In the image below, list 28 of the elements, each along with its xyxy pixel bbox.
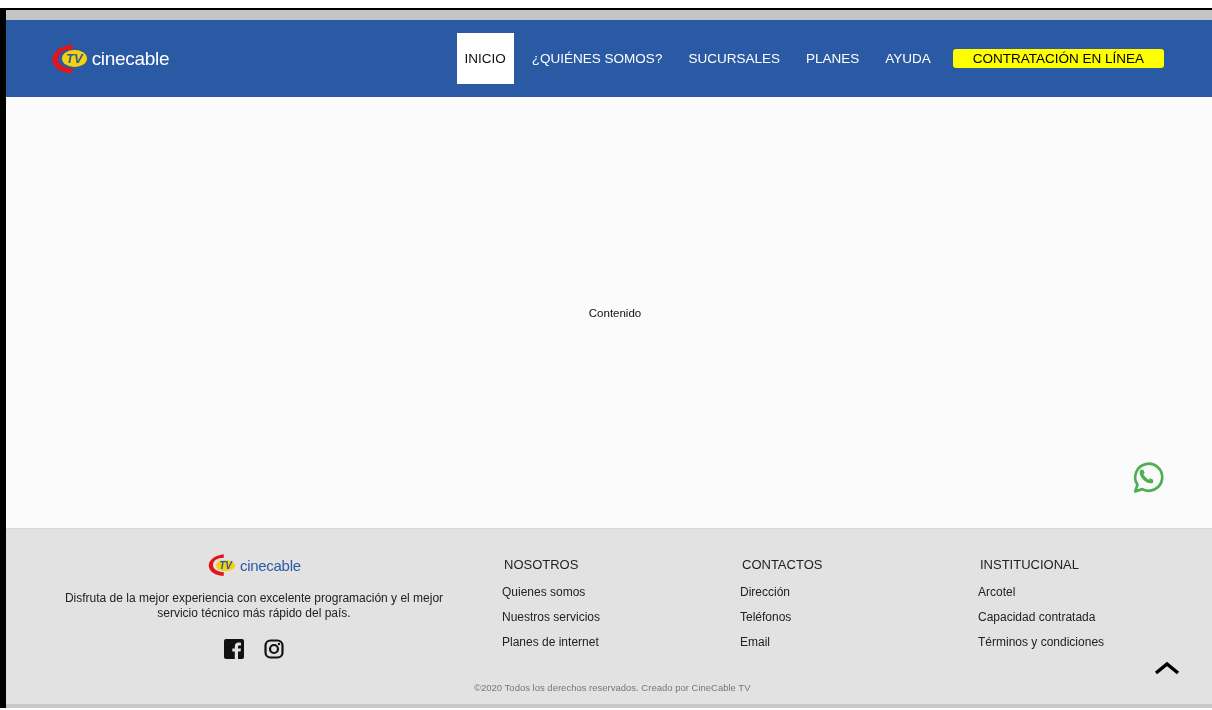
logo-badge: TV <box>216 559 236 571</box>
footer-link[interactable]: Términos y condiciones <box>978 630 1105 655</box>
footer-link[interactable]: Email <box>740 630 770 655</box>
footer-heading: NOSOTROS <box>504 557 579 572</box>
tagline-text: Disfruta de la mejor experiencia con excelente programación y el mejor servicio técnico más rápido del país. <box>63 591 445 621</box>
footer-link[interactable]: Arcotel <box>978 580 1016 605</box>
footer-link[interactable]: Teléfonos <box>740 605 792 630</box>
logo-wordmark: cinecable <box>91 47 170 70</box>
footer-heading: CONTACTOS <box>742 557 823 572</box>
nav-link[interactable]: CONTRATACIÓN EN LÍNEA <box>952 49 1164 68</box>
nav-link[interactable]: AYUDA <box>877 33 939 84</box>
facebook-icon[interactable] <box>224 639 244 659</box>
chevron-up-icon[interactable] <box>1154 661 1180 675</box>
footer-link[interactable]: Quienes somos <box>502 580 586 605</box>
footer-heading: INSTITUCIONAL <box>980 557 1079 572</box>
content-placeholder-text: Contenido <box>588 306 642 319</box>
instagram-icon[interactable] <box>264 639 284 659</box>
logo-badge: TV <box>62 50 87 67</box>
nav-link[interactable]: SUCURSALES <box>680 33 788 84</box>
footer-link[interactable]: Nuestros servicios <box>502 605 601 630</box>
nav-link[interactable]: PLANES <box>797 33 868 84</box>
footer-link[interactable]: Capacidad contratada <box>978 605 1096 630</box>
footer-link[interactable]: Planes de internet <box>502 630 599 655</box>
logo-wordmark: cinecable <box>240 556 301 574</box>
nav-link[interactable]: INICIO <box>456 33 514 84</box>
nav-link[interactable]: ¿QUIÉNES SOMOS? <box>523 33 671 84</box>
footer-link[interactable]: Dirección <box>740 580 790 605</box>
copyright-text: ©2020 Todos los derechos reservados. Creado por CineCable TV <box>474 682 751 693</box>
